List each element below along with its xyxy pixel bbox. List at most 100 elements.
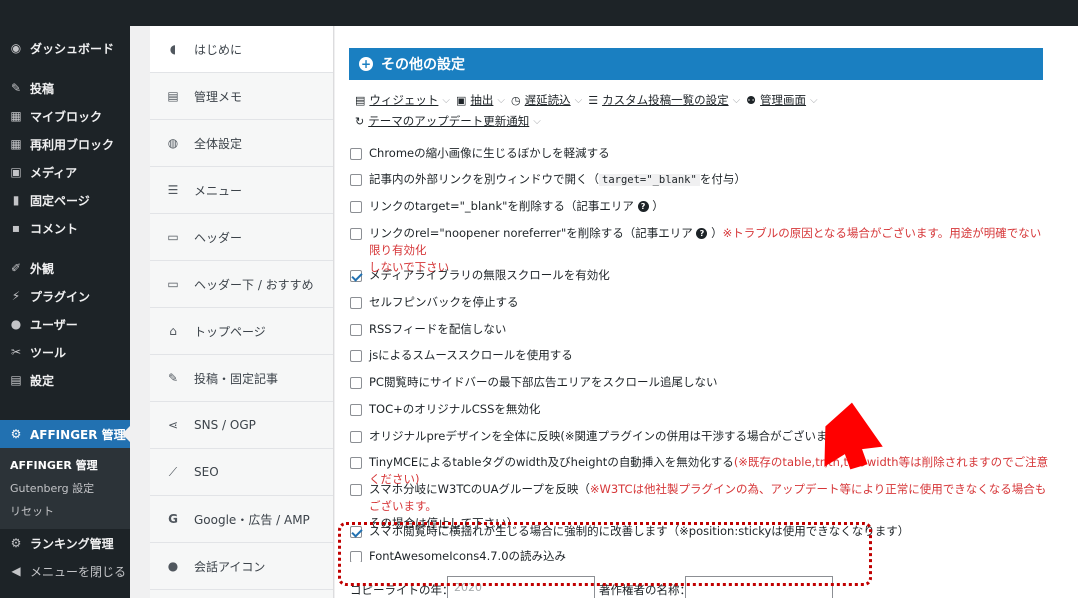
submenu-affinger[interactable]: AFFINGER 管理: [0, 454, 130, 477]
link-lazy-load[interactable]: 遅延読込: [525, 92, 571, 108]
checkbox[interactable]: [350, 377, 362, 389]
link-extract[interactable]: 抽出: [470, 92, 493, 108]
edit-icon: ✎: [167, 371, 179, 385]
menu-posts[interactable]: ✎ 投稿: [0, 74, 130, 102]
tab-posts[interactable]: ✎ 投稿・固定記事: [150, 355, 333, 402]
menu-comments[interactable]: ▪ コメント: [0, 214, 130, 242]
memo-icon: ▤: [167, 89, 179, 103]
tab-top-page[interactable]: ⌂ トップページ: [150, 308, 333, 355]
menu-appearance[interactable]: ✐ 外観: [0, 254, 130, 282]
list-icon: ☰: [588, 93, 599, 107]
menu-collapse[interactable]: ◀ メニューを閉じる: [0, 557, 130, 585]
option-sidebar-follow: PC閲覧時にサイドバーの最下部広告エリアをスクロール追尾しない: [350, 374, 717, 391]
gear-icon: ⚙: [10, 536, 22, 550]
palette-icon: ◍: [167, 136, 179, 150]
chevron-down-icon: ⌵: [574, 94, 583, 106]
checkbox[interactable]: [350, 350, 362, 362]
grid-icon: ▦: [10, 137, 22, 151]
link-admin-screen[interactable]: 管理画面: [760, 92, 806, 108]
menu-affinger[interactable]: ⚙ AFFINGER 管理: [0, 420, 130, 448]
layout-icon: ▭: [167, 277, 179, 291]
comment-icon: ▪: [11, 221, 21, 235]
chevron-down-icon: ⌵: [732, 94, 741, 106]
checkbox[interactable]: [350, 404, 362, 416]
checkbox-checked[interactable]: [350, 270, 362, 282]
menu-settings[interactable]: ▤ 設定: [0, 366, 130, 394]
checkbox[interactable]: [350, 201, 362, 213]
option-external-link: 記事内の外部リンクを別ウィンドウで開く（ target="_blank" を付与）: [350, 171, 746, 189]
chevron-down-icon: ⌵: [533, 115, 541, 127]
collapse-icon: ◀: [11, 564, 21, 578]
menu-plugins[interactable]: ⚡ プラグイン: [0, 282, 130, 310]
affinger-submenu: AFFINGER 管理 Gutenberg 設定 リセット: [0, 448, 130, 529]
tab-header[interactable]: ▭ ヘッダー: [150, 214, 333, 261]
leaf-icon: ◖: [169, 42, 177, 56]
chevron-down-icon: ⌵: [810, 94, 818, 106]
submenu-gutenberg[interactable]: Gutenberg 設定: [0, 477, 130, 500]
chevron-down-icon: ⌵: [497, 94, 505, 106]
gear-icon: ⚙: [10, 427, 22, 441]
tab-google[interactable]: G Google・広告 / AMP: [150, 496, 333, 543]
checkbox[interactable]: [350, 324, 362, 336]
menu-tools[interactable]: ✂ ツール: [0, 338, 130, 366]
speech-bubble-icon: ●: [167, 559, 179, 573]
menu-my-blocks[interactable]: ▦ マイブロック: [0, 102, 130, 130]
link-theme-update[interactable]: テーマのアップデート更新通知: [368, 113, 529, 129]
highlight-box: [338, 522, 872, 586]
page-icon: ▮: [12, 193, 20, 207]
menu-icon: ☰: [167, 183, 179, 197]
subnav-row-2: ↻ テーマのアップデート更新通知 ⌵: [355, 113, 547, 129]
red-arrow-icon: [824, 402, 883, 470]
share-icon: ⋖: [167, 418, 179, 432]
option-self-pingback: セルフピンバックを停止する: [350, 294, 519, 311]
tab-sns[interactable]: ⋖ SNS / OGP: [150, 402, 333, 449]
question-icon[interactable]: ?: [637, 201, 649, 212]
plug-icon: ⚡: [11, 289, 21, 303]
checkbox[interactable]: [350, 431, 362, 443]
extract-icon: ▣: [456, 93, 467, 107]
option-toc-css: TOC+のオリジナルCSSを無効化: [350, 401, 540, 418]
checkbox[interactable]: [350, 484, 362, 496]
tab-menu[interactable]: ☰ メニュー: [150, 167, 333, 214]
media-icon: ▣: [10, 165, 22, 179]
link-custom-list[interactable]: カスタム投稿一覧の設定: [602, 92, 729, 108]
checkbox[interactable]: [350, 457, 362, 469]
tab-chat-icon[interactable]: ● 会話アイコン: [150, 543, 333, 590]
settings-icon: ▤: [10, 373, 22, 387]
admin-menu: ◉ ダッシュボード ✎ 投稿 ▦ マイブロック ▦ 再利用ブロック ▣ メディア ▮ 固定ペ…: [0, 26, 130, 598]
chevron-down-icon: ⌵: [442, 94, 450, 106]
google-icon: G: [168, 512, 178, 526]
pin-icon: ✎: [10, 81, 22, 95]
menu-ranking[interactable]: ⚙ ランキング管理: [0, 529, 130, 557]
brush-icon: ✐: [10, 261, 22, 275]
section-header: + その他の設定: [349, 48, 1043, 80]
settings-tab-sidebar: ◖ はじめに ▤ 管理メモ ◍ 全体設定 ☰ メニュー ▭ ヘッダー ▭ ヘッダー下 / お…: [150, 26, 334, 598]
clock-icon: ◷: [511, 93, 521, 107]
plus-circle-icon: +: [359, 57, 373, 71]
option-pre-design: オリジナルpreデザインを全体に反映(※関連プラグインの併用は干渉する場合がござ…: [350, 428, 843, 445]
tab-seo[interactable]: ⟋ SEO: [150, 449, 333, 496]
menu-reusable-blocks[interactable]: ▦ 再利用ブロック: [0, 130, 130, 158]
checkbox[interactable]: [350, 297, 362, 309]
menu-users[interactable]: ● ユーザー: [0, 310, 130, 338]
checkbox[interactable]: [350, 148, 362, 160]
home-icon: ⌂: [169, 324, 177, 338]
menu-pages[interactable]: ▮ 固定ページ: [0, 186, 130, 214]
tab-intro[interactable]: ◖ はじめに: [150, 26, 333, 73]
dashboard-icon: ◉: [10, 41, 22, 55]
tab-general[interactable]: ◍ 全体設定: [150, 120, 333, 167]
submenu-reset[interactable]: リセット: [0, 500, 130, 523]
menu-dashboard[interactable]: ◉ ダッシュボード: [0, 34, 130, 62]
header-icon: ▭: [167, 230, 179, 244]
grid-icon: ▦: [10, 109, 22, 123]
menu-media[interactable]: ▣ メディア: [0, 158, 130, 186]
tab-admin-memo[interactable]: ▤ 管理メモ: [150, 73, 333, 120]
users-icon: ⚉: [746, 93, 757, 107]
link-widget[interactable]: ウィジェット: [369, 92, 438, 108]
user-icon: ●: [10, 317, 22, 331]
question-icon[interactable]: ?: [696, 228, 708, 239]
settings-panel: + その他の設定 ▤ ウィジェット ⌵ ▣ 抽出 ⌵ ◷ 遅延読込 ⌵ ☰ カスタム投稿一覧の…: [335, 26, 1078, 598]
tab-header-below[interactable]: ▭ ヘッダー下 / おすすめ: [150, 261, 333, 308]
checkbox[interactable]: [350, 228, 362, 240]
checkbox[interactable]: [350, 174, 362, 186]
